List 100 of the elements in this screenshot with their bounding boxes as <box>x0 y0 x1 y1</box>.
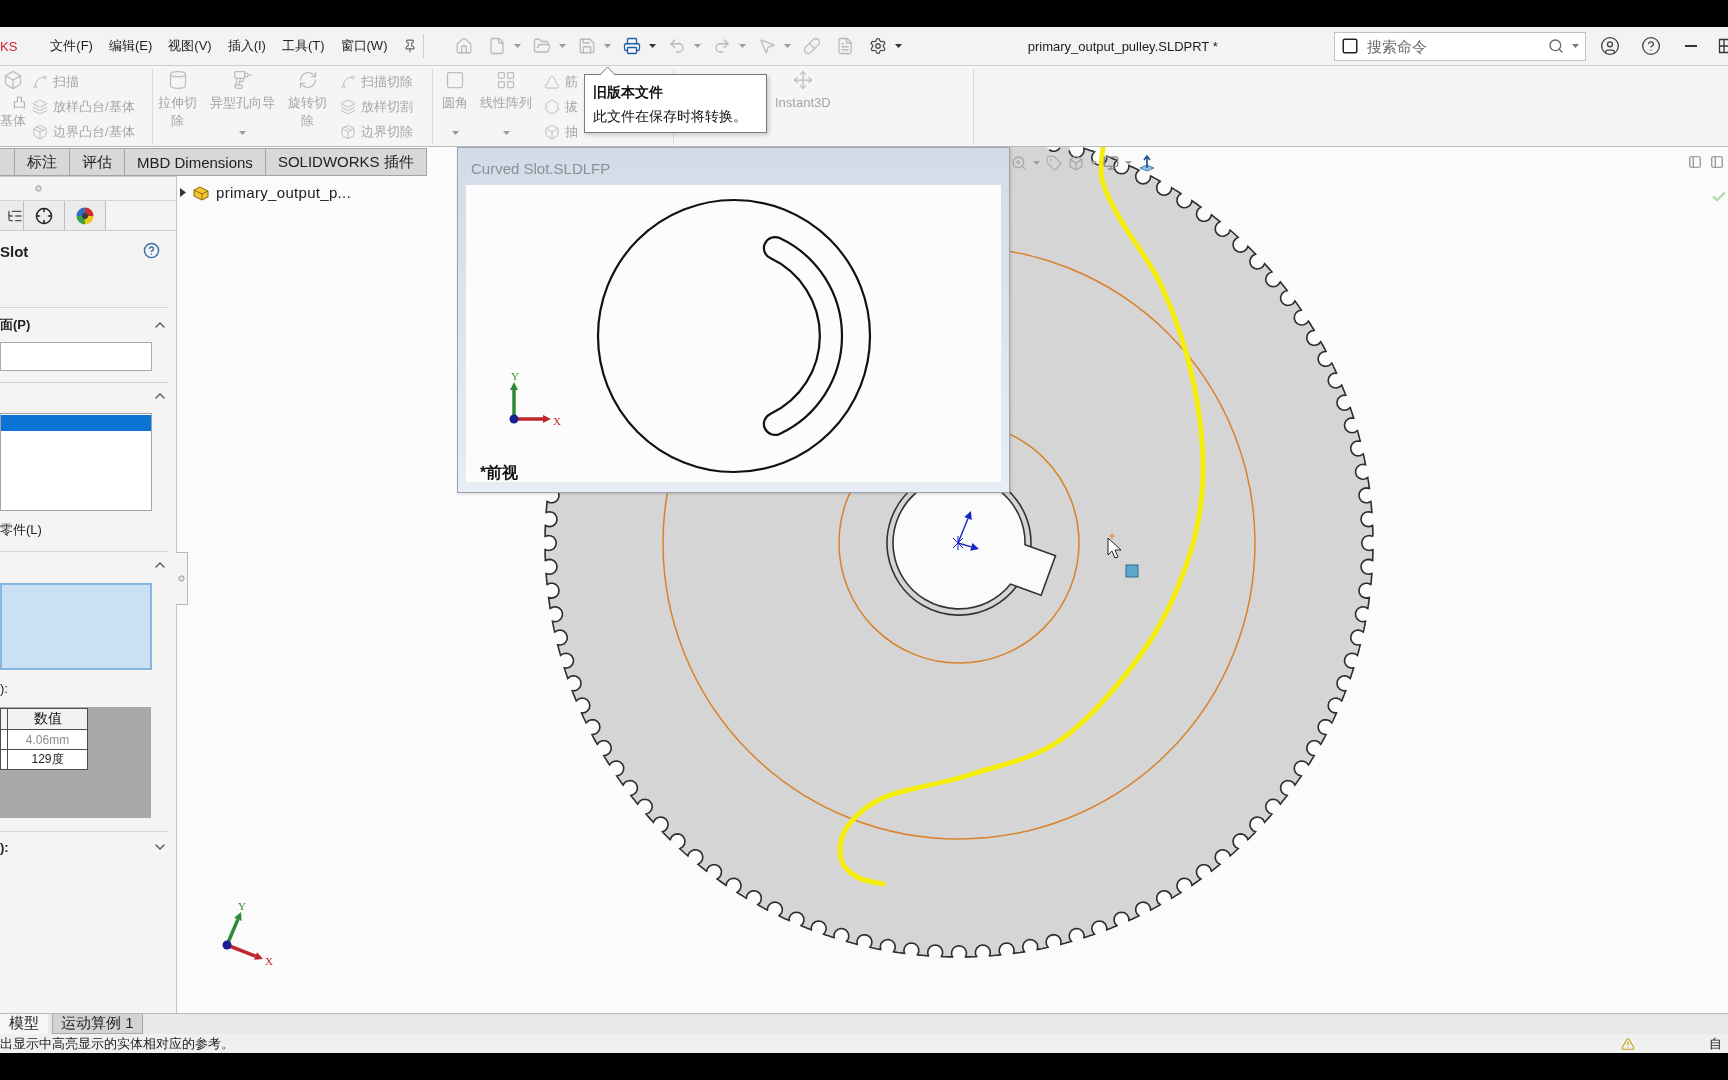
menu-item[interactable]: 文件(F) <box>50 34 93 58</box>
axis-label: X <box>265 955 273 967</box>
view-label: *前视 <box>480 464 519 481</box>
cursor-icon <box>1107 532 1122 559</box>
layers-icon <box>340 98 356 115</box>
panel-icon <box>1688 155 1702 169</box>
search-icon[interactable] <box>1548 38 1564 54</box>
ribbon-tab[interactable]: SOLIDWORKS 插件 <box>264 148 427 176</box>
search-input[interactable]: 搜索命令 <box>1367 37 1540 55</box>
monitor-icon <box>1103 155 1119 171</box>
help-button[interactable] <box>1641 36 1661 56</box>
search-field[interactable]: 搜索命令 <box>1334 31 1586 61</box>
move-arrows-icon <box>792 70 813 90</box>
curve-icon <box>32 73 48 90</box>
hud-button[interactable] <box>1138 154 1156 172</box>
cylinder-icon <box>167 70 188 90</box>
box-icon <box>544 123 560 140</box>
folder-icon <box>533 37 552 55</box>
color-wheel-icon <box>76 206 94 225</box>
box-icon <box>3 70 23 90</box>
bottom-tab[interactable]: 模型 <box>0 1014 48 1034</box>
panel-tab[interactable] <box>24 201 65 230</box>
section-title: 面(P) <box>0 316 31 334</box>
tooltip-title: 旧版本文件 <box>593 83 664 102</box>
selection-box[interactable] <box>0 583 152 670</box>
selection-list[interactable] <box>0 413 152 511</box>
grip-icon <box>178 575 185 582</box>
hud-button[interactable] <box>1068 155 1084 171</box>
panel-title: Slot <box>0 242 29 262</box>
axis-triad-icon <box>222 912 263 960</box>
menu-item[interactable]: 插入(I) <box>227 34 266 58</box>
expand-arrow-icon[interactable] <box>180 188 186 197</box>
restore-icon <box>1718 38 1728 54</box>
ribbon-tab[interactable]: 评估 <box>69 148 125 176</box>
minimize-icon <box>1685 45 1697 47</box>
table-header-cell: 数值 <box>7 708 88 730</box>
grid-icon <box>496 70 516 90</box>
panel-collapse-handle[interactable] <box>176 552 188 605</box>
option-label: 零件(L) <box>0 521 43 539</box>
ribbon-tab[interactable]: MBD Dimensions <box>124 148 266 176</box>
popup-title: Curved Slot.SLDLFP <box>471 160 611 177</box>
panel-tab[interactable] <box>0 201 24 230</box>
axis-triad-icon <box>509 382 551 424</box>
table-cell[interactable]: 129度 <box>7 749 88 770</box>
axis-label: Y <box>238 900 246 912</box>
rotate-icon <box>297 70 318 90</box>
panel-icon <box>1710 155 1724 169</box>
grip-icon[interactable] <box>35 185 42 192</box>
axis-label: X <box>553 415 561 427</box>
menu-item[interactable]: 视图(V) <box>168 34 212 58</box>
axis-label: Y <box>511 370 519 382</box>
layers-icon <box>32 98 48 115</box>
printer-icon <box>623 37 642 55</box>
drill-icon <box>232 70 253 90</box>
square-icon <box>445 70 465 90</box>
warning-icon[interactable] <box>1621 1036 1635 1051</box>
package-icon <box>340 123 356 140</box>
bottom-tab[interactable]: 运动算例 1 <box>52 1014 143 1034</box>
pointer-icon <box>758 37 777 55</box>
crosshair-icon <box>35 206 53 225</box>
panel-toggle-button[interactable] <box>1710 155 1724 169</box>
origin-marker-icon <box>952 511 979 551</box>
square-icon <box>1125 564 1139 578</box>
undo-icon <box>668 37 687 55</box>
capsule-icon <box>803 37 822 55</box>
tree-item[interactable]: primary_output_p... <box>216 184 351 201</box>
panel-toggle-button[interactable] <box>1688 155 1702 169</box>
terminal-icon <box>1341 37 1359 55</box>
section-title: ): <box>0 839 9 855</box>
ribbon-tab[interactable]: 标注 <box>14 148 70 176</box>
hexagon-icon <box>544 98 560 115</box>
caret-icon[interactable] <box>649 44 657 48</box>
package-icon <box>32 123 48 140</box>
caret-icon[interactable] <box>895 44 903 48</box>
home-icon <box>455 37 474 55</box>
menu-item[interactable]: 窗口(W) <box>340 34 388 58</box>
view-orientation-icon <box>1138 154 1156 172</box>
input-field[interactable] <box>0 342 152 371</box>
cube-icon <box>1068 155 1084 171</box>
pin-icon[interactable] <box>403 39 418 53</box>
caret-icon[interactable] <box>1090 161 1097 165</box>
user-icon <box>1600 36 1620 56</box>
menu-item[interactable]: 编辑(E) <box>108 34 153 58</box>
triangle-icon <box>544 73 560 90</box>
window-title: primary_output_pulley.SLDPRT * <box>1026 38 1219 54</box>
document-icon <box>488 37 507 55</box>
app-logo: KS <box>0 38 18 54</box>
restore-button[interactable] <box>1718 38 1728 54</box>
parameter-label: ): <box>0 680 9 698</box>
status-message: 出显示中高亮显示的实体相对应的参考。 <box>0 1034 235 1053</box>
menu-item[interactable]: 工具(T) <box>281 34 325 58</box>
settings-icon <box>869 37 888 55</box>
user-button[interactable] <box>1600 36 1620 56</box>
help-icon[interactable] <box>143 242 160 259</box>
save-icon <box>578 37 597 55</box>
hud-button[interactable] <box>1103 155 1119 171</box>
curve-icon <box>340 73 356 90</box>
zoom-icon <box>1011 155 1027 171</box>
part-icon <box>192 184 210 201</box>
panel-tab[interactable] <box>65 201 106 230</box>
